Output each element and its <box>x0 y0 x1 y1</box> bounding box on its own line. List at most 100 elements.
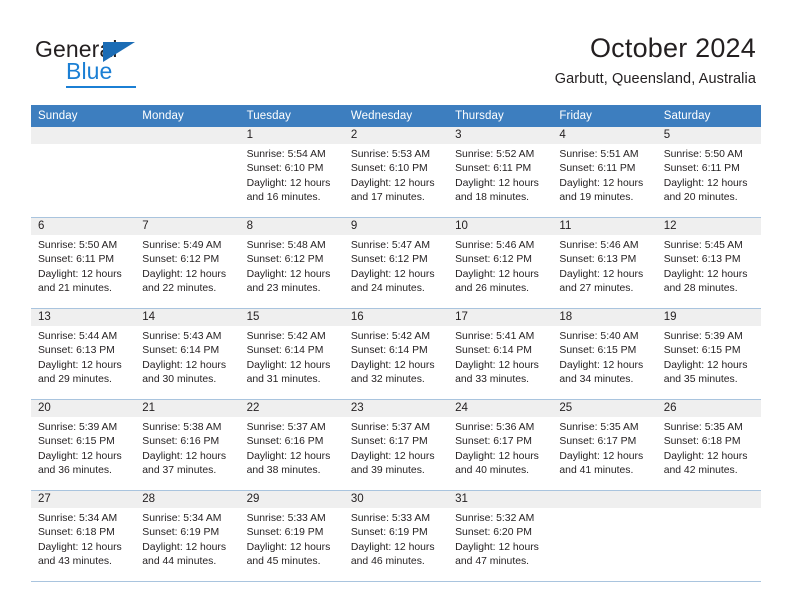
sunrise-line: Sunrise: 5:43 AM <box>142 331 222 342</box>
day-cell[interactable]: 19 Sunrise: 5:39 AM Sunset: 6:15 PM Dayligh… <box>656 308 761 400</box>
week-row: 13 Sunrise: 5:44 AM Sunset: 6:13 PM Dayligh… <box>31 308 761 400</box>
day-cell[interactable]: 3 Sunrise: 5:52 AM Sunset: 6:11 PM Daylight… <box>448 127 553 218</box>
sunrise-line: Sunrise: 5:42 AM <box>350 331 430 342</box>
day-cell[interactable]: 9 Sunrise: 5:47 AM Sunset: 6:12 PM Daylight… <box>343 217 449 309</box>
day-details: Sunrise: 5:35 AM Sunset: 6:18 PM Daylight:… <box>657 417 761 478</box>
day-cell[interactable]: 4 Sunrise: 5:51 AM Sunset: 6:11 PM Daylight… <box>552 127 657 218</box>
sunrise-line: Sunrise: 5:41 AM <box>455 331 535 342</box>
day-cell[interactable]: 14 Sunrise: 5:43 AM Sunset: 6:14 PM Dayligh… <box>135 308 240 400</box>
daylight-line-1: Daylight: 12 hours <box>246 450 331 462</box>
daylight-line-1: Daylight: 12 hours <box>350 359 435 371</box>
sunrise-line: Sunrise: 5:37 AM <box>350 422 430 433</box>
day-cell[interactable]: 15 Sunrise: 5:42 AM Sunset: 6:14 PM Dayligh… <box>239 308 344 400</box>
day-details: Sunrise: 5:48 AM Sunset: 6:12 PM Daylight:… <box>240 235 344 296</box>
sunrise-line: Sunrise: 5:39 AM <box>663 331 743 342</box>
daylight-line-1: Daylight: 12 hours <box>559 268 644 280</box>
day-number: 16 <box>343 309 449 326</box>
day-details: Sunrise: 5:34 AM Sunset: 6:19 PM Daylight:… <box>135 508 239 569</box>
sunrise-line: Sunrise: 5:45 AM <box>663 240 743 251</box>
day-cell[interactable]: 8 Sunrise: 5:48 AM Sunset: 6:12 PM Daylight… <box>239 217 344 309</box>
day-cell[interactable]: 21 Sunrise: 5:38 AM Sunset: 6:16 PM Dayligh… <box>135 399 240 491</box>
day-cell[interactable]: 16 Sunrise: 5:42 AM Sunset: 6:14 PM Dayligh… <box>343 308 449 400</box>
daylight-line-2: and 16 minutes. <box>246 191 321 203</box>
day-number: 27 <box>31 491 136 508</box>
day-number: 13 <box>31 309 136 326</box>
day-cell[interactable]: 17 Sunrise: 5:41 AM Sunset: 6:14 PM Dayligh… <box>448 308 553 400</box>
day-cell[interactable]: 30 Sunrise: 5:33 AM Sunset: 6:19 PM Dayligh… <box>343 490 449 582</box>
daylight-line-2: and 42 minutes. <box>663 464 738 476</box>
day-details: Sunrise: 5:41 AM Sunset: 6:14 PM Daylight:… <box>448 326 552 387</box>
day-cell[interactable]: 20 Sunrise: 5:39 AM Sunset: 6:15 PM Dayligh… <box>31 399 136 491</box>
weekday-header-thursday: Thursday <box>448 105 553 127</box>
sunset-line: Sunset: 6:12 PM <box>246 254 324 266</box>
day-details: Sunrise: 5:49 AM Sunset: 6:12 PM Daylight:… <box>135 235 239 296</box>
daylight-line-2: and 37 minutes. <box>142 464 217 476</box>
sunrise-line: Sunrise: 5:37 AM <box>246 422 326 433</box>
sunset-line: Sunset: 6:19 PM <box>142 527 220 539</box>
day-cell[interactable]: 1 Sunrise: 5:54 AM Sunset: 6:10 PM Daylight… <box>239 127 344 218</box>
day-details: Sunrise: 5:54 AM Sunset: 6:10 PM Daylight:… <box>240 144 344 205</box>
sunrise-line: Sunrise: 5:36 AM <box>455 422 535 433</box>
logo-underline <box>66 86 136 88</box>
sunrise-line: Sunrise: 5:34 AM <box>142 513 222 524</box>
daylight-line-2: and 38 minutes. <box>246 464 321 476</box>
sunrise-line: Sunrise: 5:35 AM <box>663 422 743 433</box>
daylight-line-1: Daylight: 12 hours <box>350 541 435 553</box>
day-details: Sunrise: 5:46 AM Sunset: 6:12 PM Daylight:… <box>448 235 552 296</box>
daylight-line-1: Daylight: 12 hours <box>663 359 748 371</box>
daylight-line-2: and 19 minutes. <box>559 191 634 203</box>
day-details: Sunrise: 5:35 AM Sunset: 6:17 PM Daylight:… <box>552 417 656 478</box>
day-cell[interactable]: 13 Sunrise: 5:44 AM Sunset: 6:13 PM Dayligh… <box>31 308 136 400</box>
daylight-line-2: and 22 minutes. <box>142 282 217 294</box>
weekday-header-monday: Monday <box>135 105 240 127</box>
day-cell[interactable]: 6 Sunrise: 5:50 AM Sunset: 6:11 PM Daylight… <box>31 217 136 309</box>
day-details: Sunrise: 5:44 AM Sunset: 6:13 PM Daylight:… <box>31 326 135 387</box>
day-cell[interactable]: 10 Sunrise: 5:46 AM Sunset: 6:12 PM Dayligh… <box>448 217 553 309</box>
daylight-line-2: and 20 minutes. <box>663 191 738 203</box>
day-cell[interactable]: 5 Sunrise: 5:50 AM Sunset: 6:11 PM Daylight… <box>656 127 761 218</box>
day-cell[interactable]: 29 Sunrise: 5:33 AM Sunset: 6:19 PM Dayligh… <box>239 490 344 582</box>
day-cell[interactable]: 7 Sunrise: 5:49 AM Sunset: 6:12 PM Daylight… <box>135 217 240 309</box>
day-number: 11 <box>552 218 657 235</box>
day-cell[interactable]: 25 Sunrise: 5:35 AM Sunset: 6:17 PM Dayligh… <box>552 399 657 491</box>
day-number: 17 <box>448 309 553 326</box>
day-number: 14 <box>135 309 240 326</box>
sunset-line: Sunset: 6:16 PM <box>246 436 324 448</box>
daylight-line-2: and 46 minutes. <box>350 555 425 567</box>
day-cell[interactable]: 27 Sunrise: 5:34 AM Sunset: 6:18 PM Dayligh… <box>31 490 136 582</box>
daylight-line-2: and 34 minutes. <box>559 373 634 385</box>
day-number: 12 <box>656 218 761 235</box>
page-title: October 2024 <box>589 33 756 63</box>
day-number: 6 <box>31 218 136 235</box>
day-cell[interactable]: 28 Sunrise: 5:34 AM Sunset: 6:19 PM Dayligh… <box>135 490 240 582</box>
day-cell[interactable] <box>552 490 657 582</box>
day-cell[interactable]: 31 Sunrise: 5:32 AM Sunset: 6:20 PM Dayligh… <box>448 490 553 582</box>
sunset-line: Sunset: 6:20 PM <box>455 527 532 539</box>
day-cell[interactable]: 22 Sunrise: 5:37 AM Sunset: 6:16 PM Dayligh… <box>239 399 344 491</box>
day-cell[interactable]: 23 Sunrise: 5:37 AM Sunset: 6:17 PM Dayligh… <box>343 399 449 491</box>
day-number: 31 <box>448 491 553 508</box>
sunrise-line: Sunrise: 5:44 AM <box>38 331 118 342</box>
daylight-line-2: and 29 minutes. <box>38 373 112 385</box>
day-cell[interactable]: 24 Sunrise: 5:36 AM Sunset: 6:17 PM Dayligh… <box>448 399 553 491</box>
calendar-grid: Sunday Monday Tuesday Wednesday Thursday… <box>31 105 761 582</box>
day-cell[interactable]: 18 Sunrise: 5:40 AM Sunset: 6:15 PM Dayligh… <box>552 308 657 400</box>
day-details: Sunrise: 5:40 AM Sunset: 6:15 PM Daylight:… <box>552 326 656 387</box>
day-cell[interactable]: 26 Sunrise: 5:35 AM Sunset: 6:18 PM Dayligh… <box>656 399 761 491</box>
day-number: 7 <box>135 218 240 235</box>
day-cell[interactable]: 2 Sunrise: 5:53 AM Sunset: 6:10 PM Daylight… <box>343 127 449 218</box>
day-number: 5 <box>656 127 761 144</box>
daylight-line-2: and 36 minutes. <box>38 464 112 476</box>
day-cell[interactable]: 12 Sunrise: 5:45 AM Sunset: 6:13 PM Dayligh… <box>656 217 761 309</box>
day-details: Sunrise: 5:34 AM Sunset: 6:18 PM Daylight:… <box>31 508 135 569</box>
day-number: 9 <box>343 218 449 235</box>
sunset-line: Sunset: 6:18 PM <box>38 527 115 539</box>
day-cell[interactable] <box>135 127 240 218</box>
day-cell[interactable] <box>31 127 136 218</box>
day-cell[interactable] <box>656 490 761 582</box>
daylight-line-1: Daylight: 12 hours <box>663 177 748 189</box>
daylight-line-1: Daylight: 12 hours <box>142 359 227 371</box>
day-details: Sunrise: 5:42 AM Sunset: 6:14 PM Daylight:… <box>344 326 448 387</box>
day-cell[interactable]: 11 Sunrise: 5:46 AM Sunset: 6:13 PM Dayligh… <box>552 217 657 309</box>
weekday-header-wednesday: Wednesday <box>343 105 449 127</box>
